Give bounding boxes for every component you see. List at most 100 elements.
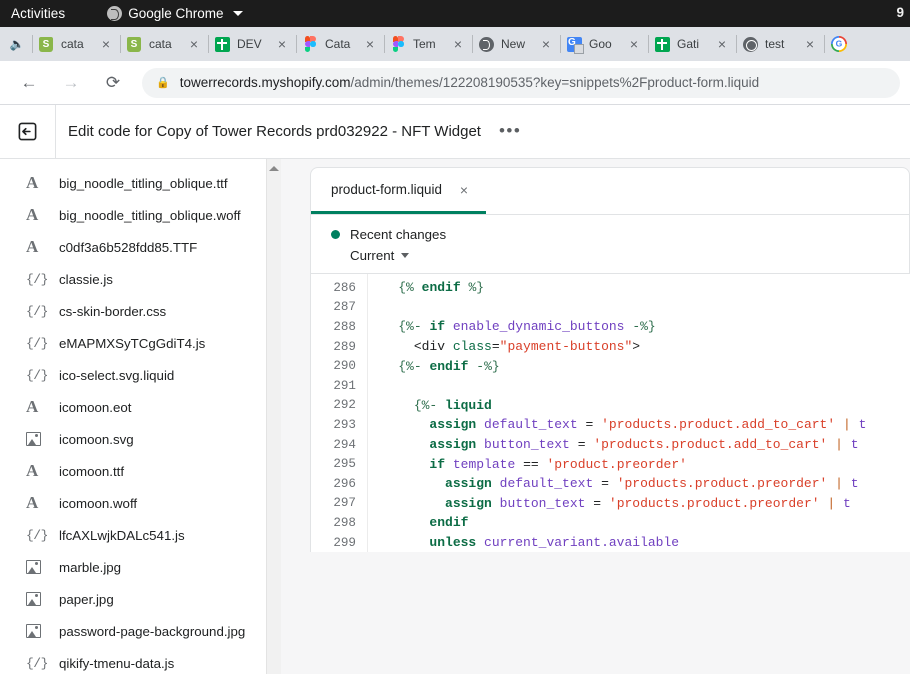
- file-list-item[interactable]: icomoon.svg: [0, 423, 281, 455]
- tab-title: test: [765, 37, 802, 51]
- close-icon[interactable]: ×: [626, 36, 642, 52]
- exit-icon[interactable]: [0, 105, 56, 159]
- close-icon[interactable]: ×: [802, 36, 818, 52]
- code-content: {%- if enable_dynamic_buttons -%}: [367, 319, 910, 334]
- file-list-item[interactable]: Aicomoon.ttf: [0, 455, 281, 487]
- file-name: c0df3a6b528fdd85.TTF: [59, 240, 197, 255]
- triangle-up-icon[interactable]: [269, 166, 279, 171]
- active-app-menu[interactable]: Google Chrome: [107, 6, 242, 21]
- browser-tab[interactable]: [824, 29, 854, 59]
- shopify-icon: [38, 36, 54, 52]
- file-name: lfcAXLwjkDALc541.js: [59, 528, 185, 543]
- browser-tab-strip: 🔈 cata × cata × DEV × Cata × Tem × New ×…: [0, 27, 910, 61]
- line-number: 298: [311, 516, 367, 530]
- lock-icon: 🔒: [156, 76, 170, 89]
- font-icon: A: [26, 237, 48, 257]
- line-number: 299: [311, 536, 367, 550]
- file-name: cs-skin-border.css: [59, 304, 166, 319]
- code-icon: {/}: [26, 336, 48, 351]
- file-list-item[interactable]: {/} cs-skin-border.css: [0, 295, 281, 327]
- green-plus-icon: [214, 36, 230, 52]
- file-list-item[interactable]: Abig_noodle_titling_oblique.woff: [0, 199, 281, 231]
- version-selector[interactable]: Current: [350, 248, 909, 263]
- close-icon[interactable]: ×: [274, 36, 290, 52]
- image-icon: [26, 624, 48, 638]
- address-bar[interactable]: 🔒 towerrecords.myshopify.com/admin/theme…: [142, 68, 900, 98]
- forward-button[interactable]: →: [55, 67, 87, 99]
- version-label: Current: [350, 248, 394, 263]
- browser-tab[interactable]: Goo ×: [560, 27, 648, 61]
- code-content: assign button_text = 'products.product.a…: [367, 437, 910, 452]
- close-icon[interactable]: ×: [460, 182, 468, 198]
- code-icon: {/}: [26, 368, 48, 383]
- back-button[interactable]: ←: [13, 67, 45, 99]
- tab-title: cata: [149, 37, 186, 51]
- file-list-item[interactable]: {/} qikify-tmenu-data.js: [0, 647, 281, 674]
- reload-button[interactable]: ⟳: [97, 67, 129, 99]
- browser-tab[interactable]: cata ×: [32, 27, 120, 61]
- file-list-item[interactable]: {/} lfcAXLwjkDALc541.js: [0, 519, 281, 551]
- code-line: 288 {%- if enable_dynamic_buttons -%}: [311, 317, 910, 337]
- close-icon[interactable]: ×: [362, 36, 378, 52]
- line-number: 292: [311, 398, 367, 412]
- code-content: endif: [367, 515, 910, 530]
- code-content: unless current_variant.available: [367, 535, 910, 550]
- gutter-divider: [367, 274, 368, 552]
- code-icon: {/}: [26, 304, 48, 319]
- code-line: 292 {%- liquid: [311, 396, 910, 416]
- file-list-item[interactable]: {/}ico-select.svg.liquid: [0, 359, 281, 391]
- active-app-label: Google Chrome: [128, 6, 223, 21]
- speaker-icon[interactable]: 🔈: [6, 33, 28, 55]
- url-host: towerrecords.myshopify.com: [180, 75, 351, 90]
- editor-tab-product-form[interactable]: product-form.liquid ×: [311, 168, 486, 214]
- file-list-item[interactable]: Aicomoon.woff: [0, 487, 281, 519]
- file-list-item[interactable]: {/} eMAPMXSyTCgGdiT4.js: [0, 327, 281, 359]
- close-icon[interactable]: ×: [98, 36, 114, 52]
- browser-tab[interactable]: Gati ×: [648, 27, 736, 61]
- line-number: 296: [311, 477, 367, 491]
- code-text-area[interactable]: 286 {% endif %} 287 288 {%- if enable_dy…: [310, 274, 910, 552]
- close-icon[interactable]: ×: [186, 36, 202, 52]
- close-icon[interactable]: ×: [450, 36, 466, 52]
- code-editor-panel: product-form.liquid × Recent changes Cur…: [310, 159, 910, 674]
- file-list-item[interactable]: Ac0df3a6b528fdd85.TTF: [0, 231, 281, 263]
- browser-toolbar: ← → ⟳ 🔒 towerrecords.myshopify.com/admin…: [0, 61, 910, 105]
- browser-tab[interactable]: DEV ×: [208, 27, 296, 61]
- code-content: [367, 378, 910, 393]
- file-list-item[interactable]: Abig_noodle_titling_oblique.ttf: [0, 167, 281, 199]
- code-content: {%- liquid: [367, 398, 910, 413]
- activities-button[interactable]: Activities: [0, 6, 65, 21]
- more-actions-button[interactable]: •••: [499, 126, 521, 136]
- sidebar-scrollbar[interactable]: [266, 159, 281, 674]
- code-content: {% endif %}: [367, 280, 910, 295]
- code-content: [367, 300, 910, 315]
- close-icon[interactable]: ×: [538, 36, 554, 52]
- code-icon: {/}: [26, 528, 48, 543]
- editor-tabs-card: product-form.liquid ×: [310, 167, 910, 215]
- file-list-item[interactable]: paper.jpg: [0, 583, 281, 615]
- browser-tab[interactable]: Cata ×: [296, 27, 384, 61]
- file-list-item[interactable]: marble.jpg: [0, 551, 281, 583]
- file-name: qikify-tmenu-data.js: [59, 656, 174, 671]
- code-content: assign default_text = 'products.product.…: [367, 417, 910, 432]
- line-number: 289: [311, 340, 367, 354]
- browser-tab[interactable]: New ×: [472, 27, 560, 61]
- file-list-item[interactable]: {/}classie.js: [0, 263, 281, 295]
- browser-tab[interactable]: cata ×: [120, 27, 208, 61]
- close-icon[interactable]: ×: [714, 36, 730, 52]
- font-icon: A: [26, 173, 48, 193]
- browser-tab[interactable]: Tem ×: [384, 27, 472, 61]
- browser-tab[interactable]: test ×: [736, 27, 824, 61]
- chrome-icon: [478, 36, 494, 52]
- code-icon: {/}: [26, 656, 48, 671]
- tab-title: Gati: [677, 37, 714, 51]
- figma-icon: [302, 36, 318, 52]
- system-clock[interactable]: 9: [896, 5, 904, 20]
- file-list-item[interactable]: Aicomoon.eot: [0, 391, 281, 423]
- file-list-item[interactable]: password-page-background.jpg: [0, 615, 281, 647]
- line-number: 286: [311, 281, 367, 295]
- main-content: Abig_noodle_titling_oblique.ttf Abig_noo…: [0, 159, 910, 674]
- editor-tab-bar: product-form.liquid ×: [311, 168, 909, 214]
- line-number: 287: [311, 300, 367, 314]
- file-name: eMAPMXSyTCgGdiT4.js: [59, 336, 205, 351]
